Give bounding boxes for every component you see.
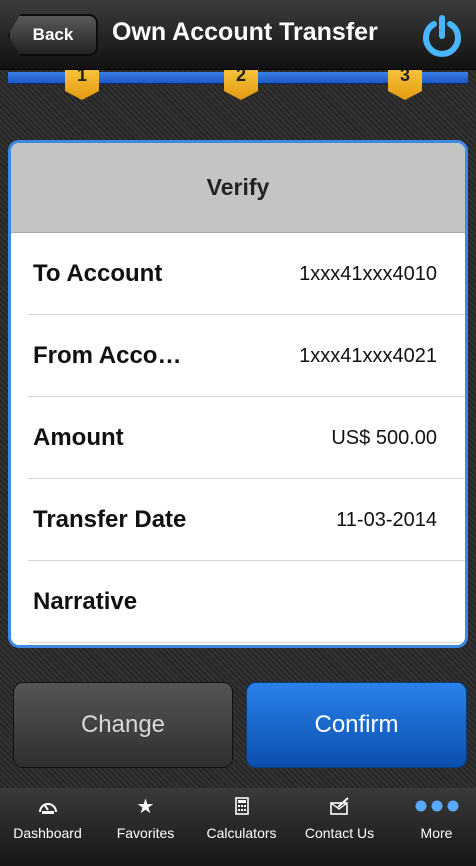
detail-row-narrative: Narrative (28, 561, 465, 643)
confirm-button[interactable]: Confirm (246, 682, 467, 768)
detail-row-transfer-date: Transfer Date 11-03-2014 (28, 479, 465, 561)
more-dots-icon (389, 794, 476, 818)
row-label: From Acco… (33, 342, 182, 369)
tab-bar: Dashboard ★ Favorites Calculators Contac… (0, 788, 476, 866)
tab-dashboard[interactable]: Dashboard (0, 788, 95, 866)
step-marker-1: 1 (65, 70, 99, 100)
detail-row-from-account: From Acco… 1xxx41xxx4021 (28, 315, 465, 397)
row-label: Transfer Date (33, 506, 187, 533)
row-value: 1xxx41xxx4021 (299, 345, 437, 367)
envelope-pencil-icon (292, 794, 387, 818)
row-label: Amount (33, 424, 124, 451)
verify-card: Verify To Account 1xxx41xxx4010 From Acc… (8, 140, 468, 648)
row-label: Narrative (33, 588, 138, 615)
star-icon: ★ (136, 795, 155, 818)
calculator-icon (194, 794, 289, 818)
step-progress: 1 2 3 (0, 70, 476, 150)
detail-row-amount: Amount US$ 500.00 (28, 397, 465, 479)
row-value: 1xxx41xxx4010 (299, 263, 437, 285)
change-button[interactable]: Change (13, 682, 233, 768)
tab-label: More (420, 825, 453, 841)
speedometer-icon (0, 794, 95, 818)
row-label: To Account (33, 260, 163, 287)
power-icon[interactable] (419, 14, 465, 60)
tab-contact-us[interactable]: Contact Us (292, 788, 387, 866)
step-marker-3: 3 (388, 70, 422, 100)
detail-row-to-account: To Account 1xxx41xxx4010 (28, 233, 465, 315)
page-title: Own Account Transfer (112, 18, 378, 46)
step-marker-2: 2 (224, 70, 258, 100)
tab-calculators[interactable]: Calculators (194, 788, 289, 866)
row-value: US$ 500.00 (331, 427, 437, 449)
back-button[interactable]: Back (8, 14, 98, 56)
tab-more[interactable]: More (389, 788, 476, 866)
nav-bar: Back Own Account Transfer (0, 0, 476, 70)
tab-favorites[interactable]: ★ Favorites (98, 788, 193, 866)
row-value: 11-03-2014 (336, 509, 437, 531)
card-title: Verify (11, 143, 465, 233)
